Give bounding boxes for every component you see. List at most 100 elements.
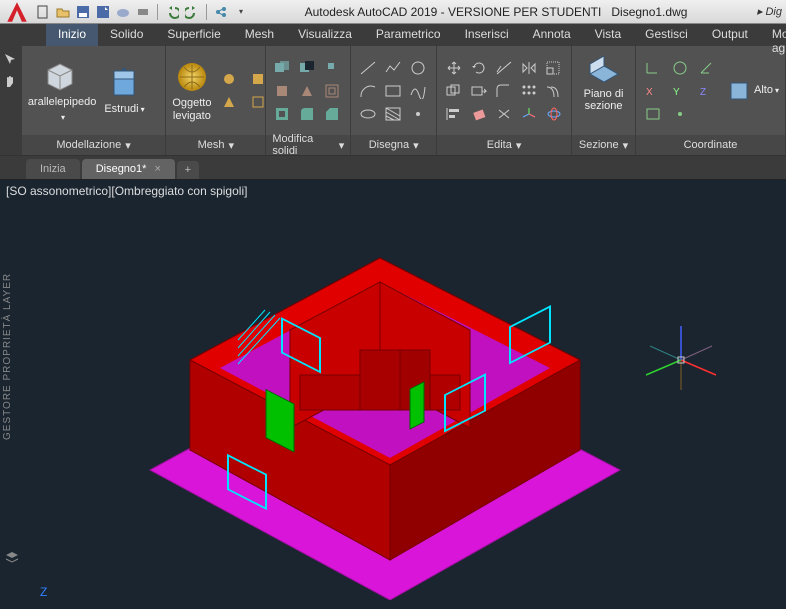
tab-gestisci[interactable]: Gestisci — [633, 24, 700, 46]
taper-face-icon[interactable] — [297, 81, 319, 101]
tab-mesh[interactable]: Mesh — [233, 24, 286, 46]
saveas-icon[interactable] — [94, 3, 112, 21]
ribbon-tabs: Inizio Solido Superficie Mesh Visualizza… — [0, 24, 786, 46]
extrude-face-icon[interactable] — [272, 81, 294, 101]
array-icon[interactable] — [518, 81, 540, 101]
line-icon[interactable] — [357, 58, 379, 78]
spline-icon[interactable] — [407, 81, 429, 101]
tab-vista[interactable]: Vista — [583, 24, 633, 46]
plot-icon[interactable] — [134, 3, 152, 21]
ucs-view-icon[interactable] — [642, 104, 664, 124]
share-icon[interactable] — [212, 3, 230, 21]
new-icon[interactable] — [34, 3, 52, 21]
panel-sezione: Piano di sezione Sezione ▾ — [572, 46, 636, 155]
tab-visualizza[interactable]: Visualizza — [286, 24, 364, 46]
panel-title-mesh[interactable]: Mesh ▾ — [166, 135, 265, 155]
tab-superficie[interactable]: Superficie — [155, 24, 232, 46]
mesh-refine-icon[interactable] — [219, 92, 241, 112]
mesh-smooth-more-icon[interactable] — [219, 69, 241, 89]
shell-icon[interactable] — [272, 104, 294, 124]
cloud-icon[interactable] — [114, 3, 132, 21]
arc-icon[interactable] — [357, 81, 379, 101]
move-icon[interactable] — [443, 58, 465, 78]
rotate-icon[interactable] — [468, 58, 490, 78]
layer-manager-icon[interactable] — [4, 550, 20, 569]
explode-icon[interactable] — [493, 104, 515, 124]
subtract-icon[interactable] — [297, 58, 319, 78]
align-icon[interactable] — [443, 104, 465, 124]
tab-inserisci[interactable]: Inserisci — [453, 24, 521, 46]
stretch-icon[interactable] — [468, 81, 490, 101]
axis-label-z: Z — [40, 585, 47, 599]
add-tab-button[interactable]: + — [177, 161, 199, 179]
disegna-tools — [357, 58, 429, 124]
copy-icon[interactable] — [443, 81, 465, 101]
ucs-world-icon[interactable] — [669, 58, 691, 78]
point-icon[interactable] — [407, 104, 429, 124]
scale-icon[interactable] — [543, 58, 565, 78]
mirror-icon[interactable] — [518, 58, 540, 78]
offset-icon[interactable] — [543, 81, 565, 101]
3drotate-icon[interactable] — [543, 104, 565, 124]
panel-title-disegna[interactable]: Disegna ▾ — [351, 135, 436, 155]
chamfer-edge-icon[interactable] — [322, 104, 344, 124]
oggetto-levigato-button[interactable]: Oggetto levigato — [172, 59, 211, 121]
tab-output[interactable]: Output — [700, 24, 760, 46]
model-3d[interactable] — [90, 200, 650, 600]
title-bar: ▾ Autodesk AutoCAD 2019 - VERSIONE PER S… — [0, 0, 786, 24]
circle-icon[interactable] — [407, 58, 429, 78]
panel-coordinate: X Y Z Alto Coordinate — [636, 46, 786, 155]
ucs-origin-icon[interactable] — [669, 104, 691, 124]
ucs-y-icon[interactable]: Y — [669, 81, 691, 101]
tab-disegno1[interactable]: Disegno1*× — [82, 159, 175, 179]
view-alto-button[interactable]: Alto — [728, 80, 779, 102]
viewport-label[interactable]: [SO assonometrico][Ombreggiato con spigo… — [6, 184, 247, 198]
viewport[interactable]: [SO assonometrico][Ombreggiato con spigo… — [0, 180, 786, 609]
panel-title-coordinate[interactable]: Coordinate — [636, 135, 785, 155]
intersect-icon[interactable] — [322, 58, 344, 78]
panel-title-edita[interactable]: Edita ▾ — [437, 135, 571, 155]
quick-access-toolbar: ▾ — [34, 3, 250, 21]
rectangle-icon[interactable] — [382, 81, 404, 101]
polyline-icon[interactable] — [382, 58, 404, 78]
3dmove-icon[interactable] — [518, 104, 540, 124]
ucs-z-icon[interactable]: Z — [696, 81, 718, 101]
parallelepipedo-button[interactable]: arallelepipedo — [28, 58, 97, 122]
erase-icon[interactable] — [468, 104, 490, 124]
save-icon[interactable] — [74, 3, 92, 21]
panel-title-modifica[interactable]: Modifica solidi ▾ — [266, 135, 350, 155]
ucs-prev-icon[interactable] — [696, 58, 718, 78]
ucs-x-icon[interactable]: X — [642, 81, 664, 101]
panel-title-sezione[interactable]: Sezione ▾ — [572, 135, 635, 155]
tab-annota[interactable]: Annota — [521, 24, 583, 46]
panel-title-modellazione[interactable]: Modellazione ▾ — [22, 135, 166, 155]
undo-icon[interactable] — [163, 3, 181, 21]
svg-text:X: X — [646, 87, 653, 98]
tool-hand-icon[interactable] — [3, 74, 19, 90]
tool-arrow-icon[interactable] — [3, 52, 19, 68]
search-hint[interactable]: ▸ Dig — [742, 5, 782, 18]
layer-manager-tab[interactable]: GESTORE PROPRIETÀ LAYER — [2, 273, 13, 440]
qat-dropdown-icon[interactable]: ▾ — [232, 3, 250, 21]
tab-parametrico[interactable]: Parametrico — [364, 24, 453, 46]
piano-sezione-button[interactable]: Piano di sezione — [578, 50, 629, 112]
close-tab-icon[interactable]: × — [154, 163, 160, 175]
redo-icon[interactable] — [183, 3, 201, 21]
ucs-gizmo[interactable] — [636, 320, 726, 400]
svg-text:Z: Z — [700, 87, 706, 98]
tab-solido[interactable]: Solido — [98, 24, 155, 46]
estrudi-button[interactable]: Estrudi — [104, 65, 144, 115]
union-icon[interactable] — [272, 58, 294, 78]
offset-face-icon[interactable] — [322, 81, 344, 101]
trim-icon[interactable] — [493, 58, 515, 78]
hatch-icon[interactable] — [382, 104, 404, 124]
fillet-icon[interactable] — [493, 81, 515, 101]
open-icon[interactable] — [54, 3, 72, 21]
fillet-edge-icon[interactable] — [297, 104, 319, 124]
tab-moduli[interactable]: Moduli aggiu — [760, 24, 786, 46]
ellipse-icon[interactable] — [357, 104, 379, 124]
tab-start[interactable]: Inizia — [26, 159, 80, 179]
ucs-icon[interactable] — [642, 58, 664, 78]
panel-edita: Edita ▾ — [437, 46, 572, 155]
tab-inizio[interactable]: Inizio — [46, 24, 98, 46]
